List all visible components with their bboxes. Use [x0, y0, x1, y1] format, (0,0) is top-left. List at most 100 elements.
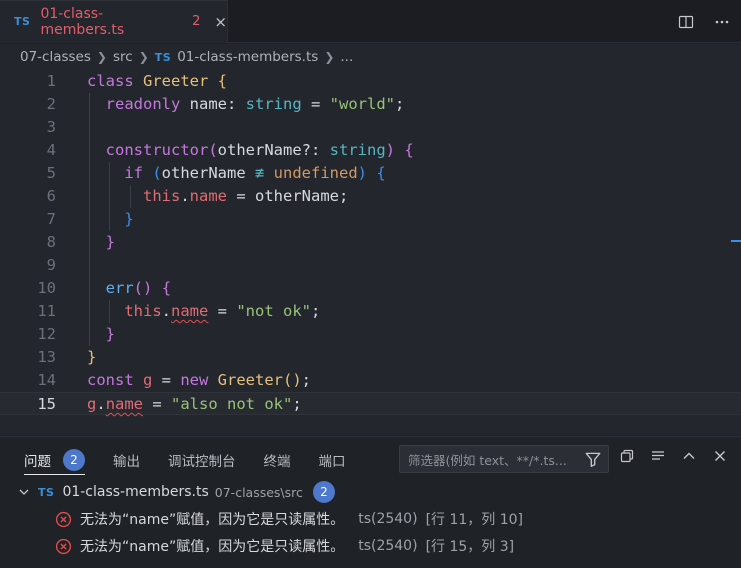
line-number: 1: [46, 72, 56, 90]
code-token: ): [357, 164, 368, 182]
filter-placeholder: 筛选器(例如 text、**/*.ts...: [408, 452, 567, 468]
code-token: ;: [310, 302, 321, 320]
split-editor-icon[interactable]: [677, 13, 695, 31]
code-token: class: [87, 72, 143, 90]
code-text: this.name = otherName;: [87, 185, 348, 208]
maximize-panel-icon[interactable]: [680, 447, 698, 465]
line-number: 6: [46, 187, 56, 205]
tab-close-icon[interactable]: ×: [214, 13, 227, 31]
code-token: .: [180, 187, 190, 205]
line-number: 5: [46, 164, 56, 182]
code-line[interactable]: 11 this.name = "not ok";: [0, 300, 741, 323]
code-token: = otherName;: [227, 187, 349, 205]
typescript-file-icon: TS: [14, 15, 31, 28]
breadcrumb-item-file[interactable]: 01-class-members.ts: [177, 49, 318, 65]
code-line[interactable]: 8 }: [0, 231, 741, 254]
code-text: const g = new Greeter();: [87, 369, 311, 392]
code-line[interactable]: 9: [0, 254, 741, 277]
problem-location: [行 11，列 10]: [425, 512, 524, 528]
code-line[interactable]: 6 this.name = otherName;: [0, 185, 741, 208]
line-number: 14: [37, 371, 56, 389]
code-token: ): [385, 141, 396, 159]
filter-input[interactable]: 筛选器(例如 text、**/*.ts...: [399, 445, 609, 473]
tab-problems[interactable]: 问题 2: [24, 449, 85, 475]
chevron-right-icon: ❯: [138, 50, 149, 64]
code-line[interactable]: 10 err() {: [0, 277, 741, 300]
tab-ports[interactable]: 端口: [319, 450, 346, 470]
problem-item[interactable]: 无法为“name”赋值，因为它是只读属性。 ts(2540) [行 15，列 3…: [0, 534, 741, 558]
code-token: g: [87, 395, 97, 413]
code-token: =: [143, 395, 172, 413]
error-icon: [55, 511, 72, 528]
code-token: (): [283, 371, 302, 389]
tab-output[interactable]: 输出: [113, 450, 140, 470]
line-number: 2: [46, 95, 56, 113]
code-line[interactable]: 5 if (otherName ≢ undefined) {: [0, 162, 741, 185]
code-line[interactable]: 7 }: [0, 208, 741, 231]
code-line[interactable]: 14 const g = new Greeter();: [0, 369, 741, 392]
code-token: {: [404, 141, 414, 159]
problem-item[interactable]: 无法为“name”赋值，因为它是只读属性。 ts(2540) [行 11，列 1…: [0, 507, 741, 531]
code-token: name: [189, 95, 227, 113]
filter-icon[interactable]: [584, 450, 602, 468]
code-token: .: [96, 395, 106, 413]
more-actions-icon[interactable]: [713, 13, 731, 31]
breadcrumb-item-symbols[interactable]: ...: [340, 49, 353, 65]
code-token: "also not ok": [171, 395, 293, 413]
code-line[interactable]: 3: [0, 116, 741, 139]
tab-terminal[interactable]: 终端: [264, 450, 291, 470]
copy-icon[interactable]: [618, 447, 636, 465]
error-icon: [55, 538, 72, 555]
code-text: constructor(otherName?: string) {: [87, 139, 414, 162]
code-text: err() {: [87, 277, 171, 300]
tab-title: 01-class-members.ts: [40, 5, 125, 38]
line-number: 15: [37, 395, 56, 413]
code-token: this: [124, 302, 162, 320]
code-line[interactable]: 1 class Greeter {: [0, 70, 741, 93]
group-file-name: 01-class-members.ts: [62, 484, 209, 500]
typescript-file-icon: TS: [154, 50, 172, 64]
code-token: undefined: [273, 164, 358, 182]
close-panel-icon[interactable]: [711, 447, 729, 465]
code-line[interactable]: 2 readonly name: string = "world";: [0, 93, 741, 116]
line-number: 4: [46, 141, 56, 159]
code-token: {: [161, 279, 172, 297]
code-token: ?:: [301, 141, 330, 159]
code-token: }: [105, 233, 116, 251]
code-token: string: [245, 95, 302, 113]
problem-file-group[interactable]: TS 01-class-members.ts 07-classes\src 2: [0, 481, 741, 503]
code-token: readonly: [105, 95, 190, 113]
code-token: Greeter: [143, 72, 218, 90]
line-number: 9: [46, 256, 56, 274]
code-line[interactable]: 4 constructor(otherName?: string) {: [0, 139, 741, 162]
code-text: this.name = "not ok";: [87, 300, 320, 323]
line-number: 3: [46, 118, 56, 136]
code-text: }: [87, 346, 96, 369]
tab-debug-console[interactable]: 调试控制台: [168, 450, 236, 470]
tab-problem-count: 2: [192, 14, 201, 29]
code-token: (: [208, 141, 218, 159]
code-token: {: [217, 72, 227, 90]
view-as-list-icon[interactable]: [649, 447, 667, 465]
problem-code: ts(2540): [358, 511, 418, 527]
problem-code: ts(2540): [358, 538, 418, 554]
problem-message: 无法为“name”赋值，因为它是只读属性。: [80, 512, 345, 528]
code-token: "world": [329, 95, 395, 113]
code-editor[interactable]: 1 class Greeter {2 readonly name: string …: [0, 70, 741, 435]
problems-count-badge: 2: [63, 449, 85, 471]
editor-tab[interactable]: TS 01-class-members.ts 2 ×: [0, 0, 228, 43]
chevron-down-icon[interactable]: [18, 486, 30, 498]
code-line[interactable]: 15 g.name = "also not ok";: [0, 392, 741, 415]
breadcrumb-item-src[interactable]: src: [113, 49, 133, 65]
code-token: ;: [395, 95, 405, 113]
code-line[interactable]: 13}: [0, 346, 741, 369]
code-token: if: [124, 164, 153, 182]
breadcrumb-item-folder[interactable]: 07-classes: [20, 49, 91, 65]
chevron-right-icon: ❯: [96, 50, 107, 64]
code-line[interactable]: 12 }: [0, 323, 741, 346]
line-number: 11: [37, 302, 56, 320]
code-token: }: [124, 210, 134, 228]
line-number: 13: [37, 348, 56, 366]
